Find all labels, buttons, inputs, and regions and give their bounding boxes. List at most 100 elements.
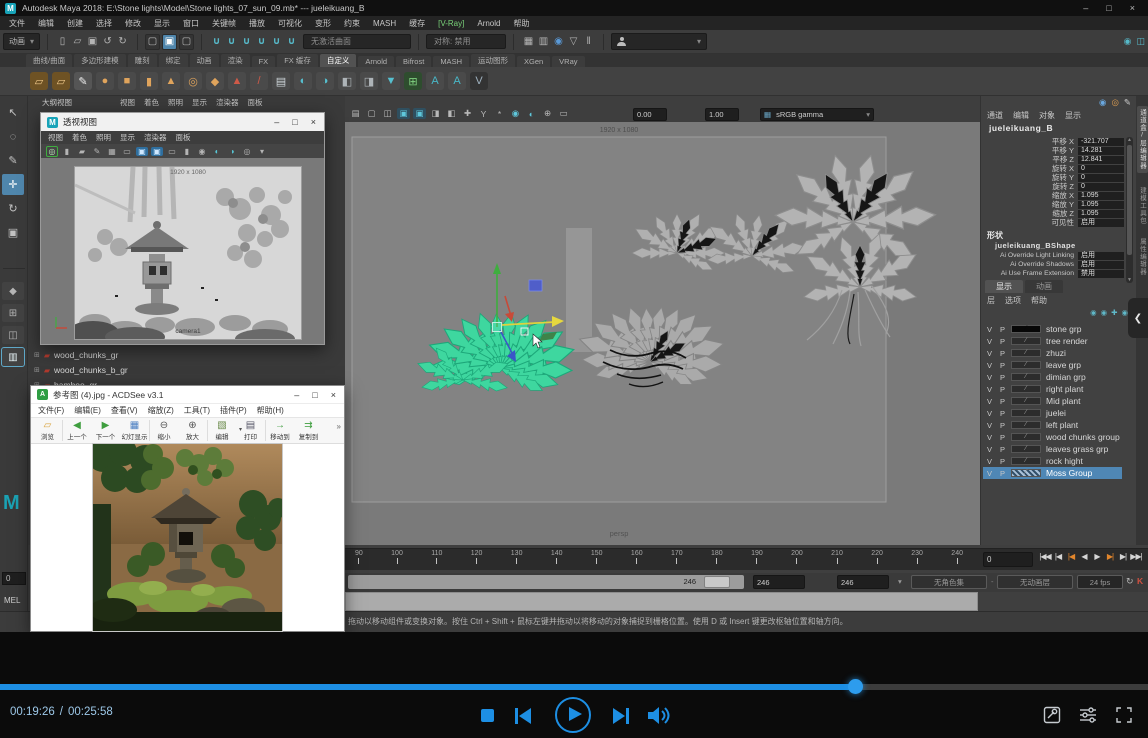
layer-name[interactable]: juelei [1043,408,1066,418]
panel-menu-item[interactable]: 渲染器 [216,97,239,108]
shelf-icon[interactable]: ▤ [272,72,290,90]
layer-row[interactable]: V P ∕ stone grp [983,323,1122,335]
panel-menu-item[interactable]: 面板 [248,97,263,108]
shelf-icon[interactable]: ◐ [294,72,312,90]
panel-menu-item[interactable]: 视图 [120,97,135,108]
fps-dropdown[interactable]: 24 fps [1077,575,1123,589]
panel-menu-item[interactable]: 视图 [48,132,63,143]
layer-name[interactable]: zhuzi [1043,348,1066,358]
toolbar-button[interactable]: ⇉ 复制到 [294,420,323,441]
viewport-toolbar-icon[interactable]: ◉ [509,108,522,119]
shelf-icon[interactable]: ● [96,72,114,90]
layer-color-swatch[interactable]: ∕ [1011,457,1041,465]
layer-playback-toggle[interactable]: P [996,361,1009,370]
shelf-tab[interactable]: 雕刻 [128,54,157,67]
layout-button[interactable]: ◫ [2,326,24,344]
layer-name[interactable]: leave grp [1043,360,1081,370]
viewport-toolbar-icon[interactable]: ▮ [61,147,73,156]
sidebar-tab[interactable]: 通道盒/层编辑器 [1137,106,1148,173]
layer-visibility-icon[interactable]: ◉ [1090,308,1097,317]
viewport-toolbar-icon[interactable]: ▭ [557,108,570,119]
layer-row[interactable]: V P ∕ leaves grass grp [983,443,1122,455]
snap-icon[interactable]: ∪ [284,36,299,47]
settings-sliders-icon[interactable] [1079,706,1097,724]
shelf-tab[interactable]: 自定义 [320,54,357,67]
sidebar-tab[interactable]: 属性编辑器 [1137,238,1148,276]
layer-color-swatch[interactable]: ∕ [1011,325,1041,333]
channel-value-field[interactable]: 0 [1078,183,1124,191]
channel-value-field[interactable]: 启用 [1078,261,1124,269]
layout-button[interactable]: ▥ [2,348,24,366]
range-handle[interactable] [704,576,730,588]
channel-menu-item[interactable]: 通道 [987,110,1003,121]
snap-icon[interactable]: ∪ [209,36,224,47]
window-button[interactable]: × [311,117,316,127]
viewport-toolbar-icon[interactable]: ▤ [349,108,362,119]
shelf-tab[interactable]: 多边形建模 [74,54,126,67]
render-icon[interactable]: ▦ [521,36,536,47]
playback-button[interactable]: |◀◀ [1039,552,1051,561]
panel-menu-item[interactable]: 照明 [96,132,111,143]
layer-name[interactable]: right plant [1043,384,1083,394]
window-button[interactable]: □ [312,390,317,400]
layer-tab[interactable]: 显示 [985,280,1023,293]
shelf-icon[interactable]: V [470,72,488,90]
channel-scrollbar[interactable]: ▲ ▼ [1126,137,1133,283]
shelf-tab[interactable]: 曲线/曲面 [26,54,72,67]
channel-value-field[interactable]: 1.095 [1078,201,1124,209]
layer-color-swatch[interactable]: ∕ [1011,385,1041,393]
viewport-toolbar-icon[interactable]: ▣ [413,108,426,119]
toolbar-button[interactable]: ▧ 编辑 [207,420,236,441]
layer-color-swatch[interactable]: ∕ [1011,397,1041,405]
shelf-tab[interactable]: MASH [433,56,469,67]
character-set-menu[interactable]: 无角色集 [911,575,987,589]
menu-set-dropdown[interactable]: 动画▾ [3,33,40,50]
channel-value-field[interactable]: 1.095 [1078,192,1124,200]
channel-value-field[interactable]: 启用 [1078,219,1124,227]
menu-item[interactable]: 播放 [249,18,265,29]
stop-button[interactable] [481,709,494,722]
view-transform-dropdown[interactable]: ▦ sRGB gamma ▾ [760,108,874,121]
layer-visible-toggle[interactable]: V [983,397,996,406]
shelf-tab[interactable]: FX 缓存 [277,54,318,67]
scrollbar-thumb[interactable] [1127,145,1132,255]
layer-visible-toggle[interactable]: V [983,337,996,346]
viewport-toolbar-icon[interactable]: ▾ [256,147,268,156]
shelf-icon[interactable]: ✎ [74,72,92,90]
command-line[interactable] [345,592,978,611]
layer-visible-toggle[interactable]: V [983,349,996,358]
window-button[interactable]: × [331,390,336,400]
shelf-icon[interactable]: / [250,72,268,90]
layout-button[interactable]: ◆ [2,282,24,300]
layer-name[interactable]: tree render [1043,336,1088,346]
layer-row[interactable]: V P ∕ Mid plant [983,395,1122,407]
viewport-toolbar-icon[interactable]: ◉ [196,147,208,156]
loop-icon[interactable]: ↻ [1126,576,1134,587]
viewport-toolbar-icon[interactable]: ▭ [166,147,178,156]
menu-item[interactable]: [V-Ray] [438,19,464,28]
layer-color-swatch[interactable]: ∕ [1011,409,1041,417]
layer-row[interactable]: V P ∕ leave grp [983,359,1122,371]
screenshot-tool-icon[interactable] [1043,706,1061,724]
edit-dropdown-arrow[interactable]: ▾ [239,426,242,433]
channel-value-field[interactable]: 启用 [1078,252,1124,260]
shelf-icon[interactable]: ▱ [52,72,70,90]
viewport-toolbar-icon[interactable]: ✚ [461,108,474,119]
tool-icon[interactable]: ↻ [2,198,24,219]
shelf-icon[interactable]: ▼ [382,72,400,90]
layer-playback-toggle[interactable]: P [996,409,1009,418]
layer-row[interactable]: V P ∕ rock hight [983,455,1122,467]
shelf-tab[interactable]: 渲染 [221,54,250,67]
tool-icon[interactable]: ✎ [2,150,24,171]
viewport-toolbar-icon[interactable]: ▣ [151,147,163,156]
time-slider[interactable]: 9010011012013014015016017018019020021022… [345,548,1148,570]
file-icon[interactable]: ▯ [55,36,70,47]
layer-name[interactable]: wood chunks group [1043,432,1120,442]
tool-icon[interactable]: ▣ [2,222,24,243]
viewport-toolbar-icon[interactable]: ▣ [136,147,148,156]
panel-menu-item[interactable]: 照明 [168,97,183,108]
channel-value-field[interactable]: 0 [1078,165,1124,173]
file-icon[interactable]: ▣ [85,36,100,47]
shelf-icon[interactable]: ▲ [162,72,180,90]
shelf-tab[interactable]: VRay [552,56,584,67]
